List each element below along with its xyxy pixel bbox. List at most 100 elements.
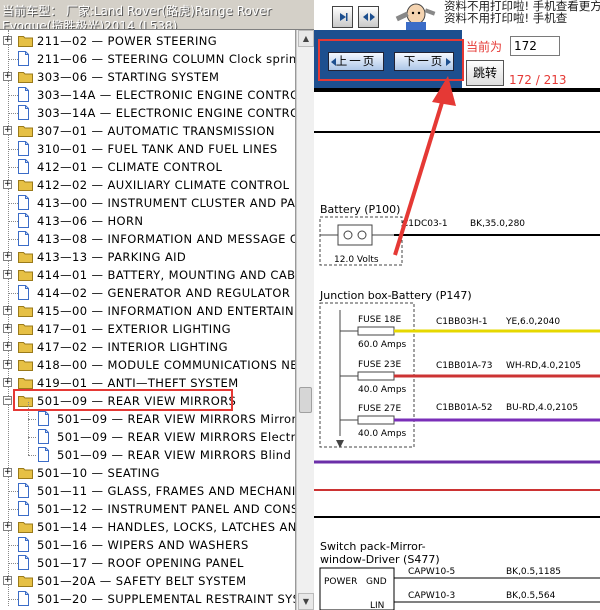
expand-icon[interactable]: +	[3, 126, 12, 135]
expand-icon[interactable]: +	[3, 72, 12, 81]
fuse-27e-amps: 40.0 Amps	[358, 429, 407, 439]
diagram-top-bar	[314, 88, 600, 92]
expand-icon[interactable]: +	[3, 522, 12, 531]
collapse-icon[interactable]: −	[3, 396, 12, 405]
tree-item[interactable]: +415—00 — INFORMATION AND ENTERTAINME	[0, 302, 295, 320]
switch-pin1-connector: CAPW10-5	[408, 567, 455, 577]
tree-scrollbar[interactable]: ▲ ▼	[296, 30, 314, 610]
document-icon	[18, 87, 29, 102]
document-icon	[38, 429, 49, 444]
page-number-input[interactable]	[510, 36, 560, 56]
expand-icon[interactable]: +	[3, 342, 12, 351]
scroll-up-arrow-icon[interactable]: ▲	[298, 30, 314, 47]
tree-item[interactable]: +307—01 — AUTOMATIC TRANSMISSION	[0, 122, 295, 140]
expand-icon[interactable]: +	[3, 306, 12, 315]
battery-symbol	[337, 224, 373, 246]
folder-icon	[18, 342, 33, 353]
tree-child-item[interactable]: 501—09 — REAR VIEW MIRRORS Mirror M	[0, 410, 296, 428]
tree-item[interactable]: 412—01 — CLIMATE CONTROL	[0, 158, 295, 176]
tree-item-label: 211—02 — POWER STEERING	[37, 34, 218, 48]
tree-item[interactable]: 501—12 — INSTRUMENT PANEL AND CONSOL	[0, 500, 295, 518]
switch-pin1-wire: BK,0.5,1185	[506, 567, 561, 577]
tree-item-label: 413—13 — PARKING AID	[37, 250, 187, 264]
scroll-thumb[interactable]	[299, 387, 312, 413]
tree-item[interactable]: +501—14 — HANDLES, LOCKS, LATCHES AND	[0, 518, 295, 536]
fuse-27e-name: FUSE 27E	[358, 404, 401, 414]
tree-item[interactable]: 413—06 — HORN	[0, 212, 295, 230]
folder-icon	[18, 36, 33, 47]
tree-item-label: 501—09 — REAR VIEW MIRRORS Mirror M	[57, 412, 296, 426]
tree-item-label: 501—11 — GLASS, FRAMES AND MECHANISM	[37, 484, 296, 498]
tree-item[interactable]: +418—00 — MODULE COMMUNICATIONS NETV	[0, 356, 295, 374]
tree-branch-line	[8, 59, 18, 60]
scroll-down-arrow-icon[interactable]: ▼	[298, 593, 314, 610]
page-count: 172 / 213	[509, 73, 567, 87]
jump-button[interactable]: 跳转	[466, 60, 504, 86]
tree-item[interactable]: +413—13 — PARKING AID	[0, 248, 295, 266]
tree-branch-line	[8, 491, 18, 492]
battery-wire: BK,35.0,280	[470, 219, 525, 229]
expand-icon[interactable]: +	[3, 378, 12, 387]
tree-item[interactable]: 501—20 — SUPPLEMENTAL RESTRAINT SYST	[0, 590, 295, 608]
fuse-23e-name: FUSE 23E	[358, 360, 401, 370]
expand-icon[interactable]: +	[3, 468, 12, 477]
notice-banner: 资料不用打印啦! 手机查看更方便 资料不用打印啦! 手机查	[444, 0, 600, 24]
arrow-in-icon	[339, 13, 347, 21]
tree-branch-line	[8, 221, 18, 222]
section-tree: +211—02 — POWER STEERING 211—06 — STEERIN…	[0, 30, 296, 610]
app-window: 当前车型： 厂家:Land Rover(路虎)Range Rover Evoqu…	[0, 0, 600, 610]
tree-child-item[interactable]: 501—09 — REAR VIEW MIRRORS Electroc	[0, 428, 296, 446]
tree-item[interactable]: +414—01 — BATTERY, MOUNTING AND CABLE	[0, 266, 295, 284]
tree-item-label: 501—09 — REAR VIEW MIRRORS Electroc	[57, 430, 296, 444]
folder-icon	[18, 468, 33, 479]
switch-pin2-connector: CAPW10-3	[408, 591, 455, 601]
tree-item[interactable]: +501—20A — SAFETY BELT SYSTEM	[0, 572, 295, 590]
tree-branch-line	[8, 167, 18, 168]
tree-item-label: 303—14A — ELECTRONIC ENGINE CONTROLS	[37, 88, 296, 102]
diagram-panel: 上一页 下一页 当前为 跳转 172 / 213 Battery (P100)	[314, 30, 600, 610]
tree-item[interactable]: +417—02 — INTERIOR LIGHTING	[0, 338, 295, 356]
tree-item[interactable]: +501—10 — SEATING	[0, 464, 295, 482]
tree-item[interactable]: +211—02 — POWER STEERING	[0, 32, 295, 50]
fuse-18e-name: FUSE 18E	[358, 315, 401, 325]
document-icon	[18, 105, 29, 120]
nav-buttons	[332, 6, 382, 28]
tree-item[interactable]: 501—11 — GLASS, FRAMES AND MECHANISM	[0, 482, 296, 500]
tree-item-label: 310—01 — FUEL TANK AND FUEL LINES	[37, 142, 278, 156]
prev-page-button[interactable]: 上一页	[328, 52, 384, 71]
switch-pin2-wire: BK,0.5,564	[506, 591, 556, 601]
tree-item[interactable]: 310—01 — FUEL TANK AND FUEL LINES	[0, 140, 295, 158]
tree-item[interactable]: 501—16 — WIPERS AND WASHERS	[0, 536, 295, 554]
tree-item[interactable]: 413—00 — INSTRUMENT CLUSTER AND PANEL	[0, 194, 295, 212]
tree-item[interactable]: 303—14A — ELECTRONIC ENGINE CONTROLS	[0, 104, 295, 122]
switch-power-label: POWER	[324, 577, 357, 587]
tree-item[interactable]: +417—01 — EXTERIOR LIGHTING	[0, 320, 295, 338]
expand-icon[interactable]: +	[3, 252, 12, 261]
document-icon	[18, 285, 29, 300]
tree-item[interactable]: 303—14A — ELECTRONIC ENGINE CONTROLS	[0, 86, 296, 104]
expand-icon[interactable]: +	[3, 324, 12, 333]
tree-child-item[interactable]: 501—09 — REAR VIEW MIRRORS Blind sp	[0, 446, 295, 464]
selected-highlight	[13, 389, 233, 411]
expand-icon[interactable]: +	[3, 576, 12, 585]
fuse-23e-amps: 40.0 Amps	[358, 385, 407, 395]
expand-icon[interactable]: +	[3, 270, 12, 279]
tree-branch-line	[8, 599, 18, 600]
expand-icon[interactable]: +	[3, 180, 12, 189]
tree-item[interactable]: 414—02 — GENERATOR AND REGULATOR	[0, 284, 295, 302]
next-page-button[interactable]: 下一页	[394, 52, 454, 71]
tree-item[interactable]: 413—08 — INFORMATION AND MESSAGE CE	[0, 230, 295, 248]
prev-page-label: 上一页	[335, 54, 377, 68]
expand-icon[interactable]: +	[3, 360, 12, 369]
tree-branch-line	[8, 509, 18, 510]
arrow-out-button[interactable]	[358, 6, 379, 28]
tree-branch-line	[8, 149, 18, 150]
arrow-in-button[interactable]	[332, 6, 353, 28]
tree-item[interactable]: 211—06 — STEERING COLUMN Clock spring	[0, 50, 295, 68]
tree-branch-line	[28, 455, 36, 456]
tree-item[interactable]: +412—02 — AUXILIARY CLIMATE CONTROL	[0, 176, 295, 194]
tree-item[interactable]: +303—06 — STARTING SYSTEM	[0, 68, 295, 86]
tree-item[interactable]: 501—17 — ROOF OPENING PANEL	[0, 554, 295, 572]
next-triangle-icon	[446, 58, 451, 66]
expand-icon[interactable]: +	[3, 36, 12, 45]
